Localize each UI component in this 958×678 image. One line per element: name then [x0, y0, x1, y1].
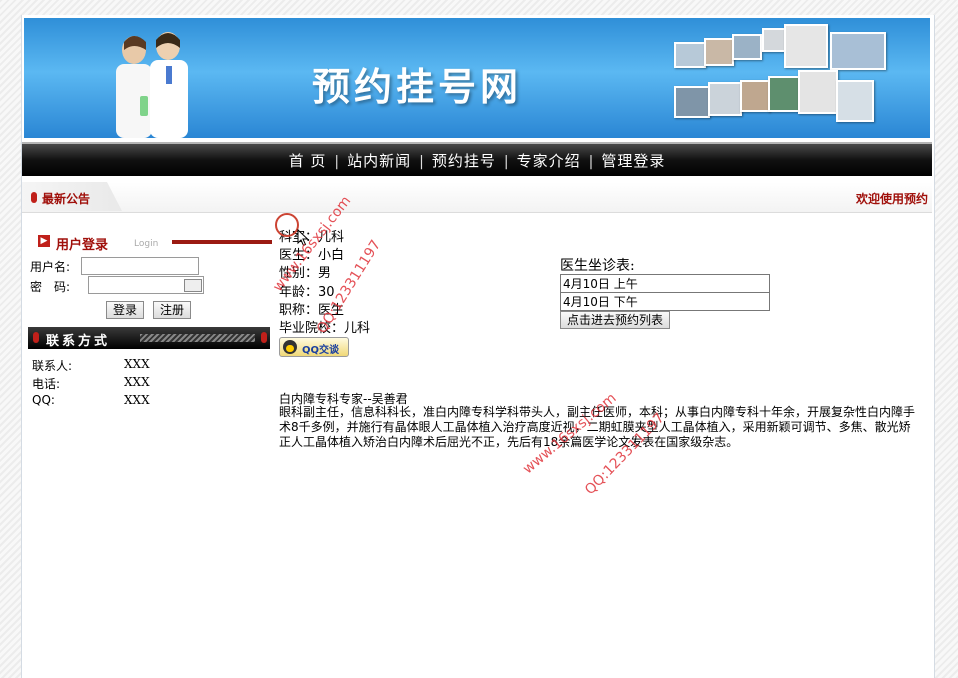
- nav-separator: |: [419, 154, 424, 170]
- login-subtitle: Login: [134, 239, 159, 249]
- login-button[interactable]: 登录: [106, 301, 145, 319]
- announcement-marquee[interactable]: 欢迎使用预约: [856, 190, 932, 207]
- contact-label: 联系人:: [32, 359, 73, 373]
- nav-separator: |: [334, 154, 340, 170]
- schedule-slot[interactable]: 4月10日 下午: [560, 292, 770, 311]
- main-nav: 首 页 | 站内新闻 | 预约挂号 | 专家介绍 | 管理登录: [22, 142, 932, 176]
- password-label: 密 码:: [30, 280, 71, 294]
- appointment-list-button[interactable]: 点击进去预约列表: [560, 311, 671, 329]
- hospital-photo-collage: [674, 24, 894, 134]
- pin-icon: [33, 332, 39, 343]
- header-divider: [172, 240, 272, 244]
- nav-experts[interactable]: 专家介绍: [517, 152, 581, 170]
- register-button[interactable]: 注册: [153, 301, 192, 319]
- schedule-title: 医生坐诊表:: [560, 258, 635, 274]
- doctors-illustration: [116, 32, 188, 138]
- username-label: 用户名:: [30, 260, 71, 274]
- contact-title: 联系方式: [46, 334, 111, 349]
- contact-value: XXX: [124, 357, 150, 371]
- login-title: 用户登录: [56, 238, 109, 253]
- announcement-bar: 最新公告 欢迎使用预约: [22, 182, 932, 213]
- schedule-table: 4月10日 上午 4月10日 下午: [560, 274, 770, 311]
- username-input[interactable]: [81, 257, 199, 275]
- nav-news[interactable]: 站内新闻: [347, 152, 411, 170]
- arrow-icon: ▶: [38, 235, 50, 247]
- qq-chat-label: QQ交谈: [302, 345, 340, 356]
- table-row: 4月10日 上午: [560, 274, 770, 293]
- keyboard-icon[interactable]: [184, 279, 202, 292]
- site-title: 预约挂号网: [312, 64, 523, 109]
- nav-admin-login[interactable]: 管理登录: [601, 152, 665, 170]
- nav-home[interactable]: 首 页: [289, 152, 327, 170]
- qq-chat-button[interactable]: QQ交谈: [279, 337, 349, 357]
- nav-appointment[interactable]: 预约挂号: [432, 152, 496, 170]
- table-row: 4月10日 下午: [560, 292, 770, 311]
- pin-icon: [31, 192, 37, 203]
- contact-label: 电话:: [32, 377, 61, 391]
- nav-separator: |: [588, 154, 594, 170]
- login-header: ▶ 用户登录 Login: [38, 232, 272, 253]
- contact-value: XXX: [124, 375, 150, 389]
- password-input[interactable]: [88, 276, 204, 294]
- nav-separator: |: [503, 154, 509, 170]
- click-indicator: [275, 213, 299, 237]
- site-banner: 预约挂号网: [24, 18, 930, 138]
- contact-value: XXX: [124, 393, 150, 407]
- contact-label: QQ:: [32, 393, 55, 407]
- page-container: 预约挂号网 首 页 | 站内新闻 | 预约挂号 | 专家介绍 | 管理登录 最新公告 欢迎使用预…: [21, 15, 935, 678]
- header-stripe: [140, 334, 255, 342]
- pin-icon: [261, 332, 267, 343]
- schedule-slot[interactable]: 4月10日 上午: [560, 274, 770, 293]
- qq-penguin-icon: [283, 340, 297, 354]
- contact-header: 联系方式: [28, 327, 270, 349]
- announcement-label: 最新公告: [42, 192, 91, 206]
